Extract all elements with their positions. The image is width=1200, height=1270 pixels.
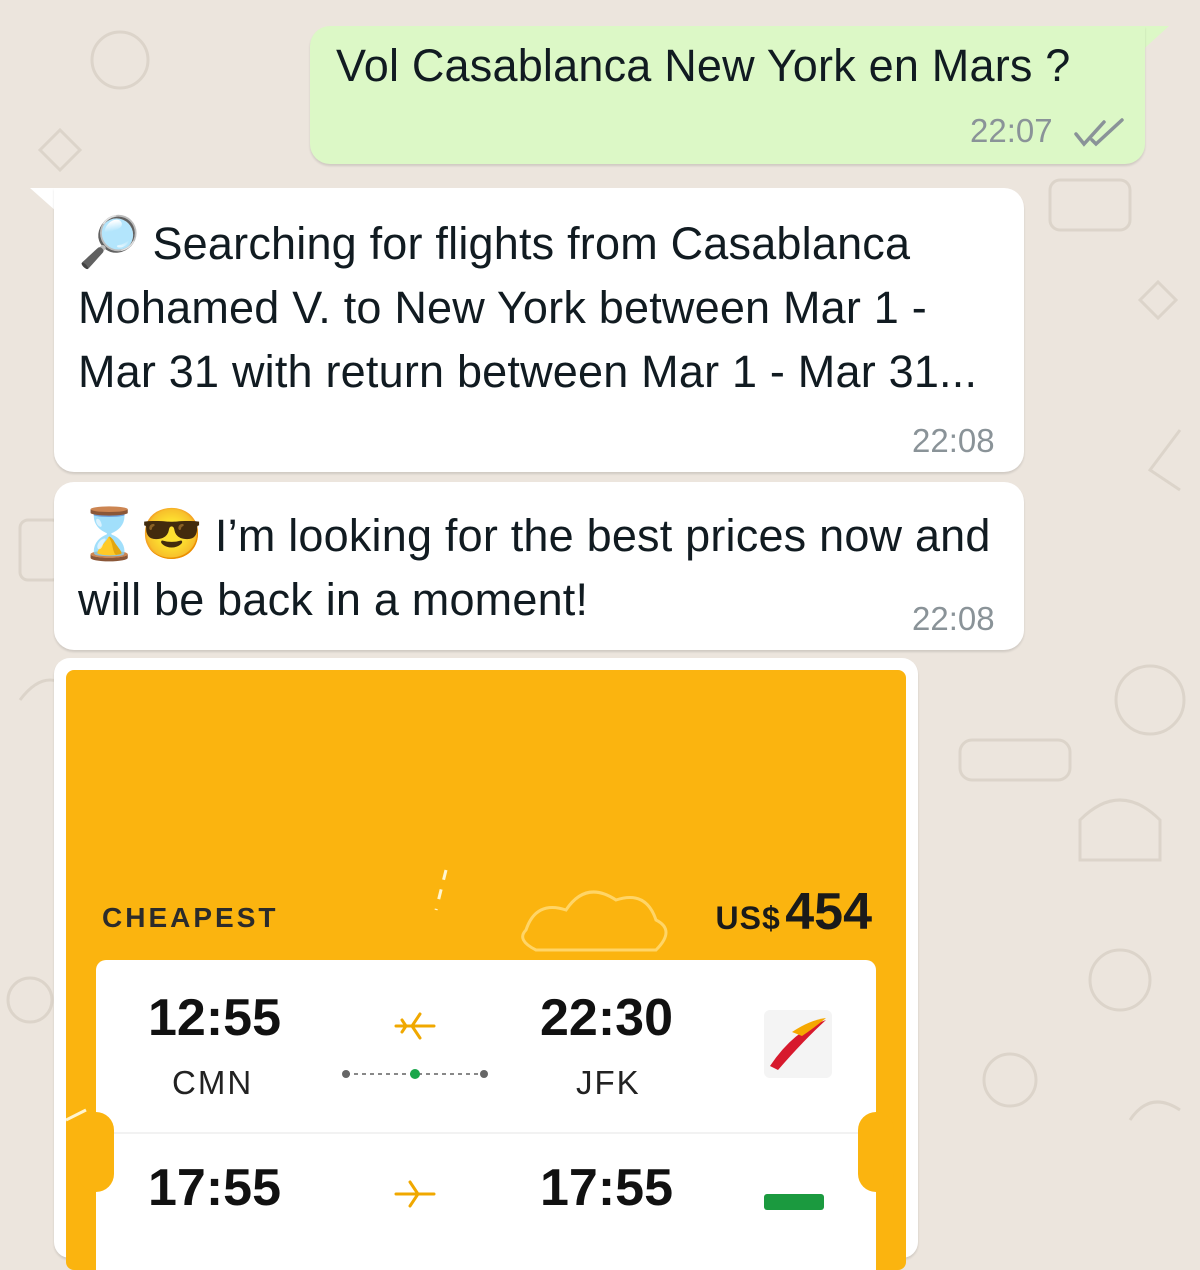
- price-amount: 454: [785, 883, 872, 941]
- airplane-icon: [394, 1012, 436, 1040]
- outbound-depart-code: CMN: [172, 1064, 254, 1101]
- ticket-notch-left: [78, 1112, 114, 1192]
- return-arrive-time: 17:55: [540, 1159, 673, 1217]
- flight-route-line: [342, 1069, 488, 1079]
- outgoing-message-text: Vol Casablanca New York en Mars ?: [336, 40, 1071, 91]
- double-check-icon: [1074, 118, 1124, 147]
- return-depart-time: 17:55: [148, 1159, 281, 1217]
- incoming-message-text: 🔎 Searching for flights from Casablanca M…: [78, 214, 978, 397]
- airplane-return-icon: [394, 1180, 436, 1208]
- message-timestamp: 22:08: [912, 422, 995, 459]
- outbound-arrive-code: JFK: [576, 1064, 641, 1101]
- incoming-message-text: ⌛😎 I’m looking for the best prices now an…: [78, 506, 991, 625]
- message-timestamp: 22:07: [970, 112, 1053, 149]
- hourglass-sunglasses-emoji-icon: ⌛😎: [78, 506, 203, 562]
- tap-logo-icon: [764, 1180, 832, 1220]
- price-currency: US$: [715, 900, 781, 936]
- incoming-message-search[interactable]: 🔎 Searching for flights from Casablanca M…: [54, 188, 1024, 472]
- price: US$ 454: [716, 882, 872, 942]
- flight-ticket[interactable]: 12:55 CMN 22:30 JFK 17:55 17:55: [96, 960, 876, 1270]
- cheapest-label: CHEAPEST: [102, 902, 279, 933]
- outgoing-message[interactable]: Vol Casablanca New York en Mars ? 22:07: [310, 26, 1145, 164]
- outbound-depart-time: 12:55: [148, 989, 281, 1047]
- message-timestamp: 22:08: [912, 600, 995, 637]
- flight-result-card[interactable]: CHEAPEST US$ 454 12:55 CMN 22:30 JFK 17:…: [66, 670, 906, 1270]
- iberia-logo-icon: [764, 1010, 832, 1078]
- ticket-notch-right: [858, 1112, 894, 1192]
- incoming-message-status[interactable]: ⌛😎 I’m looking for the best prices now an…: [54, 482, 1024, 650]
- outbound-arrive-time: 22:30: [540, 989, 673, 1047]
- magnifier-emoji-icon: 🔎: [78, 214, 141, 270]
